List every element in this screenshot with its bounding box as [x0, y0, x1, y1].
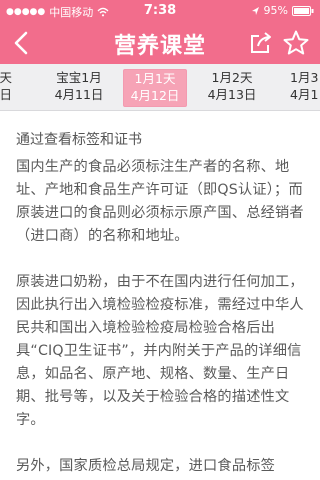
date-tab-line1: 宝宝1月	[56, 70, 102, 85]
date-tab-line1: 天	[0, 70, 12, 85]
date-tab-line2: 4月12日	[130, 88, 180, 103]
battery-percent: 95%	[263, 4, 288, 17]
date-tab-line2: 4月13日	[207, 87, 257, 102]
nav-bar: 营养课堂	[0, 22, 320, 64]
date-tab[interactable]: 1月3 4月1	[290, 69, 320, 105]
status-right: 95%	[251, 4, 314, 17]
battery-icon	[292, 5, 314, 16]
article-paragraph: 原装进口奶粉，由于不在国内进行任何加工，因此执行出入境检验检疫标准，需经过中华人…	[16, 274, 304, 428]
star-icon[interactable]	[282, 29, 310, 57]
date-tab-line1: 1月3	[290, 70, 319, 85]
article: 通过查看标签和证书 国内生产的食品必须标注生产者的名称、地址、产地和食品生产许可…	[16, 130, 306, 478]
location-icon	[251, 6, 259, 15]
article-paragraph: 国内生产的食品必须标注生产者的名称、地址、产地和食品生产许可证（即QS认证）；而…	[16, 159, 304, 244]
date-tab[interactable]: 天 10日	[0, 69, 12, 105]
date-tab-line2: 4月1	[290, 87, 319, 102]
date-tab-line2: 4月11日	[54, 87, 104, 102]
date-tab[interactable]: 1月2天 4月13日	[201, 69, 263, 105]
date-tab[interactable]: 宝宝1月 4月11日	[48, 69, 110, 105]
date-tab-line1: 1月1天	[134, 71, 176, 86]
share-icon[interactable]	[248, 30, 274, 56]
article-heading: 通过查看标签和证书	[16, 132, 142, 148]
article-paragraph: 另外，国家质检总局规定，进口食品标签	[16, 458, 275, 474]
date-tabs: 天 10日 宝宝1月 4月11日 1月1天 4月12日 1月2天 4月13日 1…	[0, 64, 320, 111]
date-tab-line2: 10日	[0, 87, 12, 102]
status-bar: ●●●●● 中国移动 7:38 95%	[0, 0, 320, 22]
date-tab-active[interactable]: 1月1天 4月12日	[123, 69, 187, 107]
date-tab-line1: 1月2天	[211, 70, 253, 85]
